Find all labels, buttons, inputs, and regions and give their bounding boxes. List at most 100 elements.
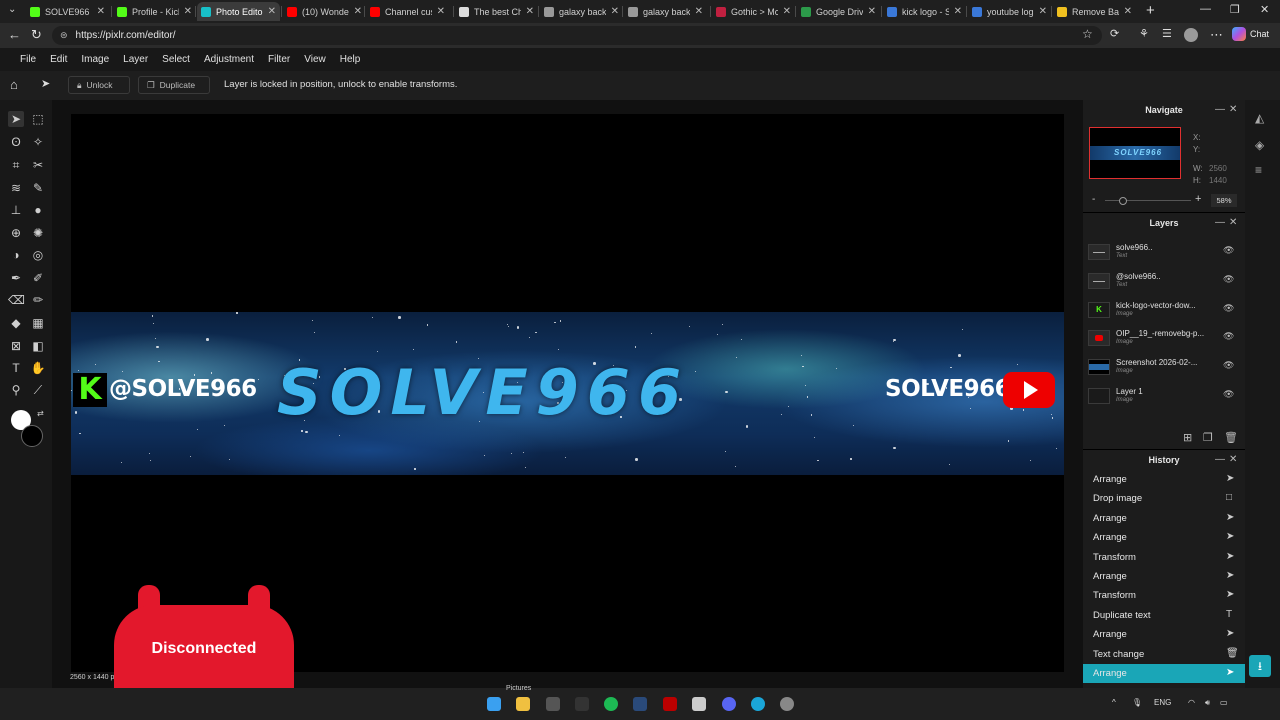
browser-tab[interactable]: Photo Editor ✕ (197, 2, 280, 21)
close-tab-icon[interactable]: ✕ (354, 6, 362, 17)
close-tab-icon[interactable]: ✕ (611, 6, 619, 17)
shape-tool-icon[interactable]: ◧ (30, 338, 46, 354)
layer-row[interactable]: Kkick-logo-vector-dow... Image 👁︎ (1083, 298, 1245, 326)
wand-tool-icon[interactable]: ✧ (30, 134, 46, 150)
menu-help[interactable]: Help (340, 54, 361, 65)
browser-tab[interactable]: galaxy back ✕ (624, 2, 707, 21)
save-button[interactable]: ⭳ (1249, 655, 1271, 677)
close-tab-icon[interactable]: ✕ (526, 6, 534, 17)
steam-icon[interactable] (633, 697, 647, 711)
menu-select[interactable]: Select (162, 54, 190, 65)
history-item[interactable]: Transform ➤ (1083, 548, 1245, 567)
extensions-icon[interactable]: ⟳ (1110, 27, 1119, 40)
visibility-eye-icon[interactable]: 👁︎ (1223, 331, 1234, 342)
visibility-eye-icon[interactable]: 👁︎ (1223, 389, 1234, 400)
layer-row[interactable]: Screenshot 2026-02-... Image 👁︎ (1083, 355, 1245, 383)
browser-tab[interactable]: Google Drive ✕ (797, 2, 880, 21)
capcut-icon[interactable] (692, 697, 706, 711)
close-tab-icon[interactable]: ✕ (695, 6, 703, 17)
task-manager-icon[interactable] (546, 697, 560, 711)
language-indicator[interactable]: ENG (1154, 698, 1171, 707)
discord-icon[interactable] (722, 697, 736, 711)
split-screen-icon[interactable]: ⚘ (1139, 27, 1149, 40)
close-tab-icon[interactable]: ✕ (437, 6, 445, 17)
layer-row[interactable]: Layer 1 Image 👁︎ (1083, 384, 1245, 412)
site-info-icon[interactable]: ⊜ (60, 30, 68, 41)
pen-tool-icon[interactable]: ✒ (8, 270, 24, 286)
favorites-star-icon[interactable]: ☆ (1082, 27, 1093, 41)
zoom-slider-handle[interactable] (1119, 197, 1127, 205)
history-item[interactable]: Arrange ➤ (1083, 625, 1245, 644)
history-item[interactable]: Text change 🗑︎ (1083, 645, 1245, 664)
collapse-icon[interactable]: — (1215, 454, 1225, 465)
close-tab-icon[interactable]: ✕ (268, 6, 276, 17)
volume-icon[interactable]: 🔊︎ (1205, 698, 1210, 708)
swap-colors-icon[interactable]: ⇄ (37, 409, 44, 418)
add-layer-icon[interactable]: ⊞ (1183, 431, 1192, 444)
history-item[interactable]: Arrange ➤ (1083, 528, 1245, 547)
start-icon[interactable] (487, 697, 501, 711)
refresh-icon[interactable]: ↻ (31, 27, 42, 43)
microphone-icon[interactable]: 🎙︎ (1132, 698, 1142, 707)
minimize-button[interactable]: — (1200, 3, 1211, 15)
channel-title-text[interactable]: SOLVE966 (277, 356, 689, 429)
crop-tool-icon[interactable]: ⌗ (8, 157, 24, 173)
dodge-tool-icon[interactable]: ◑ (8, 247, 24, 263)
terminal-icon[interactable] (575, 697, 589, 711)
layer-row[interactable]: @solve966.. Text 👁︎ (1083, 269, 1245, 297)
new-tab-button[interactable]: + (1146, 2, 1155, 19)
close-tab-icon[interactable]: ✕ (868, 6, 876, 17)
marquee-tool-icon[interactable]: ⬚ (30, 111, 46, 127)
battery-icon[interactable]: ▭ (1220, 698, 1228, 707)
burn-tool-icon[interactable]: ◎ (30, 247, 46, 263)
lasso-tool-icon[interactable]: ʘ (8, 134, 24, 150)
unlock-button[interactable]: 🔒︎ Unlock (68, 76, 130, 94)
visibility-eye-icon[interactable]: 👁︎ (1223, 245, 1234, 256)
browser-tab[interactable]: (10) Wonder ✕ (283, 2, 366, 21)
browser-tab[interactable]: Remove Bac ✕ (1053, 2, 1136, 21)
url-field[interactable]: ⊜ https://pixlr.com/editor/ (52, 26, 1102, 45)
duplicate-layer-icon[interactable]: ❐ (1203, 431, 1213, 444)
arrange-tool-icon[interactable]: ➤ (8, 111, 24, 127)
history-item[interactable]: Arrange ➤ (1083, 470, 1245, 489)
history-toggle-icon[interactable]: ≡ (1255, 163, 1262, 177)
layers-toggle-icon[interactable]: ◈ (1255, 138, 1264, 152)
sponge-tool-icon[interactable]: ⊕ (8, 225, 24, 241)
edge-icon[interactable] (751, 697, 765, 711)
history-item[interactable]: Arrange ➤ (1083, 509, 1245, 528)
tray-chevron-icon[interactable]: ^ (1112, 698, 1116, 707)
menu-edit[interactable]: Edit (50, 54, 67, 65)
collapse-icon[interactable]: — (1215, 104, 1225, 115)
close-tab-icon[interactable]: ✕ (184, 6, 192, 17)
heal-tool-icon[interactable]: ✎ (30, 180, 46, 196)
browser-tab[interactable]: SOLVE966 St ✕ (26, 2, 109, 21)
blur-tool-icon[interactable]: ● (30, 202, 46, 218)
delete-layer-icon[interactable]: 🗑︎ (1224, 431, 1238, 444)
close-window-button[interactable]: ✕ (1260, 3, 1269, 16)
zoom-tool-icon[interactable]: ⚲ (8, 382, 24, 398)
visibility-eye-icon[interactable]: 👁︎ (1223, 360, 1234, 371)
handle-text-left[interactable]: @SOLVE966 (109, 376, 257, 402)
netflix-icon[interactable] (663, 697, 677, 711)
restore-button[interactable]: ❐ (1230, 3, 1240, 16)
close-tab-icon[interactable]: ✕ (1039, 6, 1047, 17)
controller-app-icon[interactable] (780, 697, 794, 711)
hand-tool-icon[interactable]: ✋ (30, 360, 46, 376)
home-icon[interactable]: ⌂ (10, 77, 18, 92)
drawing-tool-icon[interactable]: ⊠ (8, 338, 24, 354)
browser-tab[interactable]: The best Ch ✕ (455, 2, 538, 21)
browser-tab[interactable]: Channel cus ✕ (366, 2, 449, 21)
zoom-slider[interactable] (1105, 197, 1191, 205)
browser-tab[interactable]: Profile - Kick ✕ (113, 2, 196, 21)
close-panel-icon[interactable]: ✕ (1229, 454, 1237, 465)
wifi-icon[interactable]: ◠ (1188, 698, 1195, 707)
menu-file[interactable]: File (20, 54, 36, 65)
tab-list-chevron-icon[interactable]: ⌄ (8, 4, 16, 15)
liquify-tool-icon[interactable]: ≋ (8, 180, 24, 196)
gradient-tool-icon[interactable]: ▦ (30, 315, 46, 331)
visibility-eye-icon[interactable]: 👁︎ (1223, 274, 1234, 285)
close-tab-icon[interactable]: ✕ (1124, 6, 1132, 17)
menu-layer[interactable]: Layer (123, 54, 148, 65)
text-tool-icon[interactable]: T (8, 360, 24, 376)
kick-logo[interactable]: K (73, 373, 107, 407)
